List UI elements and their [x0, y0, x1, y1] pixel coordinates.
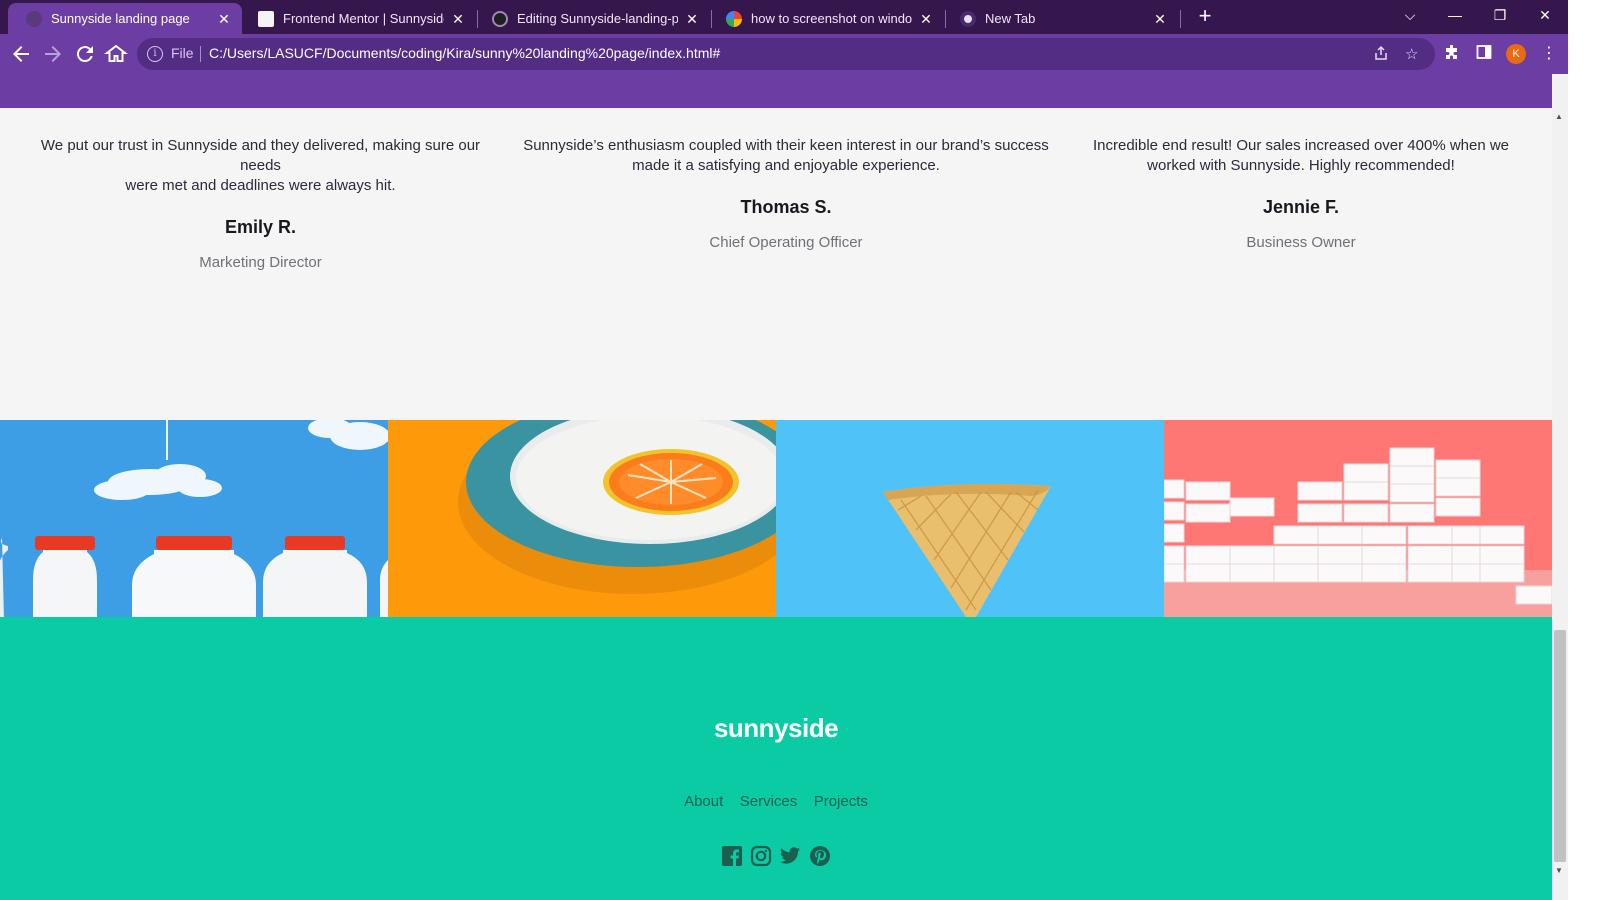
- tab-title: Editing Sunnyside-landing-page: [517, 11, 678, 26]
- testimonial-card: Incredible end result! Our sales increas…: [1080, 136, 1522, 251]
- testimonial-role: Marketing Director: [199, 254, 322, 271]
- close-icon[interactable]: ✕: [216, 11, 232, 27]
- scroll-down-arrow-icon[interactable]: ▼: [1555, 866, 1565, 875]
- share-icon[interactable]: [1373, 45, 1389, 65]
- tab-title: Frontend Mentor | Sunnyside ag: [283, 11, 444, 26]
- github-icon: [492, 10, 508, 27]
- testimonial-name: Jennie F.: [1262, 197, 1340, 217]
- side-panel-icon[interactable]: [1476, 43, 1492, 66]
- address-divider: [200, 46, 201, 62]
- testimonial-role: Chief Operating Officer: [709, 234, 863, 251]
- scheme-label: File: [171, 45, 194, 61]
- url-text[interactable]: C:/Users/LASUCF/Documents/coding/Kira/su…: [209, 45, 720, 61]
- tab-search-icon[interactable]: ⌵: [1388, 0, 1432, 30]
- gallery-image-sugar-cubes: [1164, 420, 1552, 617]
- facebook-icon[interactable]: [721, 845, 743, 867]
- image-gallery: [0, 420, 1552, 617]
- bookmark-star-icon[interactable]: ☆: [1405, 45, 1418, 63]
- tab-sunnyside-landing[interactable]: Sunnyside landing page ✕: [8, 3, 242, 34]
- testimonial-quote: We put our trust in Sunnyside and they d…: [40, 137, 481, 194]
- extensions-icon[interactable]: [1444, 43, 1460, 66]
- footer-link-projects[interactable]: Projects: [814, 793, 868, 810]
- home-icon[interactable]: [104, 42, 128, 66]
- instagram-icon[interactable]: [750, 845, 772, 867]
- tab-frontend-mentor[interactable]: Frontend Mentor | Sunnyside ag ✕: [240, 3, 476, 34]
- testimonial-name: Emily R.: [224, 217, 297, 237]
- testimonial-role: Business Owner: [1246, 234, 1356, 251]
- close-icon[interactable]: ✕: [1152, 11, 1168, 27]
- tab-github-editing[interactable]: Editing Sunnyside-landing-page ✕: [474, 3, 710, 34]
- back-icon[interactable]: [9, 42, 33, 66]
- testimonial-quote: Sunnyside’s enthusiasm coupled with thei…: [523, 137, 1049, 174]
- site-footer: sunnyside About Services Projects: [0, 617, 1552, 900]
- footer-nav: About Services Projects: [0, 793, 1552, 811]
- window-edge: [1568, 0, 1600, 900]
- tab-title: how to screenshot on windows 1: [751, 11, 912, 26]
- google-icon: [726, 10, 742, 27]
- minimize-icon[interactable]: —: [1433, 0, 1477, 30]
- testimonials-section: We put our trust in Sunnyside and they d…: [0, 108, 1552, 420]
- window-close-icon[interactable]: ✕: [1523, 0, 1567, 30]
- close-icon[interactable]: ✕: [450, 11, 466, 27]
- testimonial-name: Thomas S.: [740, 197, 832, 217]
- chrome-icon: [960, 10, 976, 27]
- restore-icon[interactable]: ❐: [1478, 0, 1522, 30]
- pinterest-icon[interactable]: [809, 845, 831, 867]
- close-icon[interactable]: ✕: [684, 11, 700, 27]
- social-links: [721, 845, 841, 869]
- browser-menu-icon[interactable]: ⋮: [1541, 43, 1557, 63]
- new-tab-button[interactable]: +: [1192, 5, 1218, 29]
- header-bottom-band: [0, 74, 1552, 108]
- browser-toolbar: i File C:/Users/LASUCF/Documents/coding/…: [0, 34, 1600, 74]
- twitter-icon[interactable]: [779, 845, 801, 867]
- footer-link-services[interactable]: Services: [740, 793, 798, 810]
- reload-icon[interactable]: [73, 42, 97, 66]
- scroll-up-arrow-icon[interactable]: ▲: [1555, 112, 1565, 121]
- frontend-mentor-icon: [258, 10, 274, 27]
- site-info-icon[interactable]: i: [147, 46, 163, 62]
- address-bar[interactable]: i File C:/Users/LASUCF/Documents/coding/…: [137, 38, 1435, 70]
- testimonial-card: Sunnyside’s enthusiasm coupled with thei…: [520, 136, 1052, 251]
- footer-logo[interactable]: sunnyside: [0, 713, 1552, 744]
- footer-link-about[interactable]: About: [684, 793, 723, 810]
- close-icon[interactable]: ✕: [918, 11, 934, 27]
- tab-separator: [1180, 10, 1181, 28]
- testimonial-card: We put our trust in Sunnyside and they d…: [20, 136, 501, 271]
- globe-icon: [26, 10, 42, 27]
- forward-icon[interactable]: [41, 42, 65, 66]
- profile-avatar[interactable]: K: [1506, 44, 1526, 64]
- gallery-image-orange: [388, 420, 776, 617]
- tab-new-tab[interactable]: New Tab ✕: [942, 3, 1178, 34]
- tab-title: New Tab: [985, 11, 1036, 26]
- gallery-image-milk-bottles: [0, 420, 388, 617]
- gallery-image-cone: [776, 420, 1164, 617]
- tab-google-search[interactable]: how to screenshot on windows 1 ✕: [708, 3, 944, 34]
- tab-title: Sunnyside landing page: [51, 11, 190, 26]
- testimonial-quote: Incredible end result! Our sales increas…: [1092, 137, 1510, 174]
- tab-strip: Sunnyside landing page ✕ Frontend Mentor…: [0, 0, 1600, 34]
- scrollbar-thumb[interactable]: [1554, 630, 1566, 862]
